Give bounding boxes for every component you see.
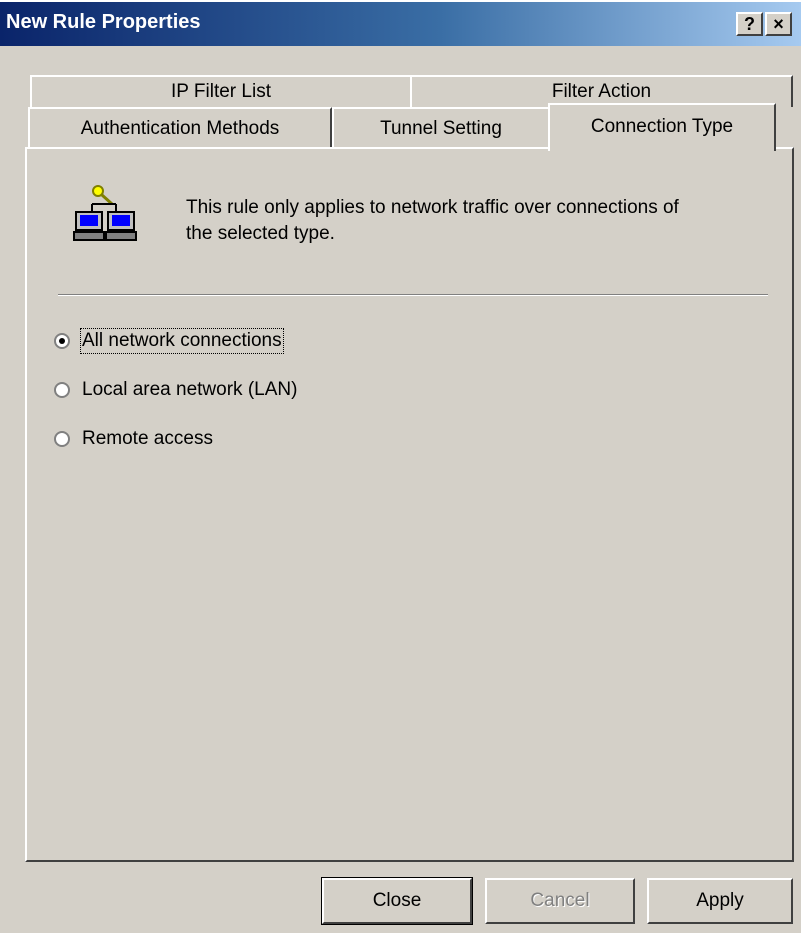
radio-button[interactable] bbox=[54, 431, 70, 447]
tab-connection-type-label: Connection Type bbox=[590, 116, 734, 137]
network-computers-key-icon bbox=[70, 182, 142, 244]
panel-description-line1: This rule only applies to network traffi… bbox=[186, 197, 679, 218]
radio-label-remote-access[interactable]: Remote access bbox=[82, 428, 213, 450]
radio-button[interactable] bbox=[54, 382, 70, 398]
radio-all-network-connections[interactable]: All network connections bbox=[54, 328, 284, 354]
close-window-button[interactable]: × bbox=[765, 12, 792, 36]
tab-tunnel-setting-label: Tunnel Setting bbox=[380, 118, 502, 139]
tab-tunnel-setting[interactable]: Tunnel Setting bbox=[332, 107, 550, 149]
tab-authentication-methods-label: Authentication Methods bbox=[80, 118, 280, 139]
radio-local-area-network[interactable]: Local area network (LAN) bbox=[54, 379, 297, 401]
help-button[interactable]: ? bbox=[736, 12, 763, 36]
title-bar[interactable]: New Rule Properties ? × bbox=[0, 2, 801, 46]
tab-filter-action-label: Filter Action bbox=[551, 81, 652, 102]
connection-type-panel bbox=[25, 147, 794, 862]
radio-label-local-area-network[interactable]: Local area network (LAN) bbox=[82, 379, 297, 401]
tab-authentication-methods[interactable]: Authentication Methods bbox=[28, 107, 332, 149]
panel-description: This rule only applies to network traffi… bbox=[186, 195, 776, 247]
apply-button[interactable]: Apply bbox=[647, 878, 793, 924]
separator bbox=[58, 294, 768, 296]
tab-connection-type[interactable]: Connection Type bbox=[548, 103, 776, 151]
dialog-window: New Rule Properties ? × IP Filter List F… bbox=[0, 0, 801, 933]
tab-ip-filter-list[interactable]: IP Filter List bbox=[30, 75, 412, 107]
window-title: New Rule Properties bbox=[6, 11, 201, 33]
radio-remote-access[interactable]: Remote access bbox=[54, 428, 213, 450]
cancel-button[interactable]: Cancel bbox=[485, 878, 635, 924]
tab-ip-filter-list-label: IP Filter List bbox=[171, 81, 271, 102]
close-button[interactable]: Close bbox=[321, 877, 473, 925]
panel-description-line2: the selected type. bbox=[186, 223, 335, 244]
radio-label-all-network-connections[interactable]: All network connections bbox=[80, 328, 284, 354]
radio-button-checked[interactable] bbox=[54, 333, 70, 349]
